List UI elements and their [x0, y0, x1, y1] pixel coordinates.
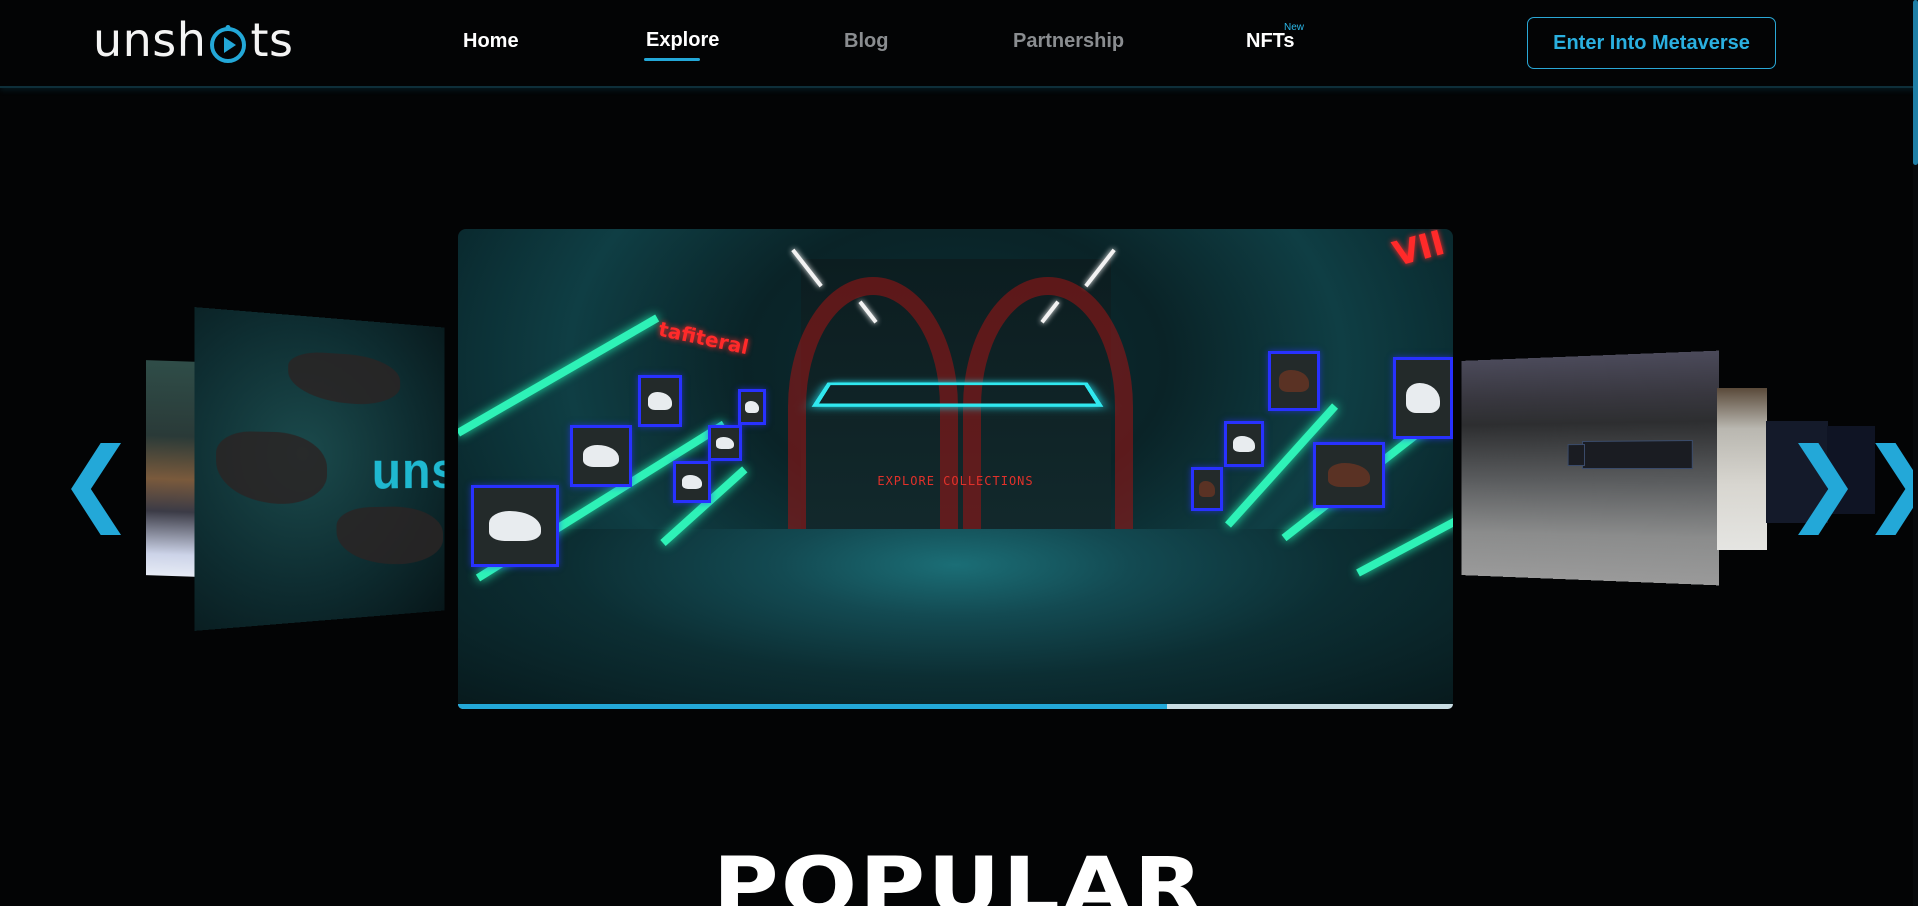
popular-section-title: POPULAR: [712, 842, 1206, 906]
rock-shape: [336, 505, 444, 568]
play-icon: [208, 22, 248, 63]
scrollbar-thumb[interactable]: [1913, 0, 1918, 165]
nav-explore[interactable]: Explore: [646, 29, 719, 52]
logo-text-prefix: unsh: [93, 13, 207, 67]
sneaker-frame: [1224, 421, 1264, 467]
carousel-progress-bar: [458, 704, 1453, 709]
carousel-slide-left[interactable]: uns: [194, 307, 445, 631]
carousel-slide-right[interactable]: [1461, 350, 1720, 586]
sneaker-image: [583, 444, 619, 468]
sneaker-image: [716, 437, 734, 449]
console-panel: [1582, 439, 1693, 470]
gallery-floor: [458, 529, 1453, 709]
sneaker-image: [1233, 436, 1255, 452]
slide-left-text: uns: [371, 441, 445, 501]
unshots-logo[interactable]: unsh ts: [93, 10, 293, 70]
sneaker-frame: [708, 425, 742, 461]
nfts-new-badge: New: [1284, 22, 1305, 33]
sneaker-image: [488, 510, 542, 542]
nav-home[interactable]: Home: [463, 30, 519, 53]
nav-nfts[interactable]: NFTs: [1246, 30, 1295, 53]
sneaker-frame: [471, 485, 559, 567]
nav-active-underline: [644, 58, 700, 61]
sneaker-frame: [638, 375, 682, 427]
carousel-next-button[interactable]: ❯❯: [1784, 436, 1918, 528]
carousel-progress-fill: [458, 704, 1168, 709]
hero-carousel: ❮❮ uns tafiteral VII EXPLORE COLLECTIONS…: [0, 88, 1918, 728]
double-chevron-right-icon: ❯❯: [1784, 428, 1918, 535]
nav-partnership[interactable]: Partnership: [1013, 30, 1124, 53]
carousel-slide-far-left[interactable]: [146, 360, 198, 577]
rock-shape: [288, 350, 401, 406]
neon-ceiling-frame: [811, 382, 1104, 407]
sneaker-image: [744, 401, 760, 413]
left-neon-sign: tafiteral: [656, 316, 751, 360]
sneaker-image: [1405, 382, 1441, 414]
sneaker-image: [647, 391, 673, 411]
sneaker-frame: [1393, 357, 1453, 439]
site-header: unsh ts Home Explore Blog Partnership NF…: [0, 0, 1918, 88]
explore-collections-label: EXPLORE COLLECTIONS: [877, 474, 1034, 488]
rock-shape: [216, 430, 328, 506]
console-panel: [1567, 443, 1585, 467]
sneaker-image: [1279, 370, 1309, 392]
neon-stripe: [458, 314, 660, 437]
enter-metaverse-button[interactable]: Enter Into Metaverse: [1527, 17, 1776, 69]
right-neon-sign: VII: [1388, 229, 1449, 275]
page-scrollbar[interactable]: [1913, 0, 1918, 906]
logo-text-suffix: ts: [250, 13, 294, 67]
sneaker-frame: [738, 389, 766, 425]
sneaker-frame: [1268, 351, 1320, 411]
carousel-slide-active[interactable]: tafiteral VII EXPLORE COLLECTIONS: [458, 229, 1453, 709]
carousel-slide-far-right[interactable]: [1717, 388, 1767, 550]
nav-blog[interactable]: Blog: [844, 30, 888, 53]
